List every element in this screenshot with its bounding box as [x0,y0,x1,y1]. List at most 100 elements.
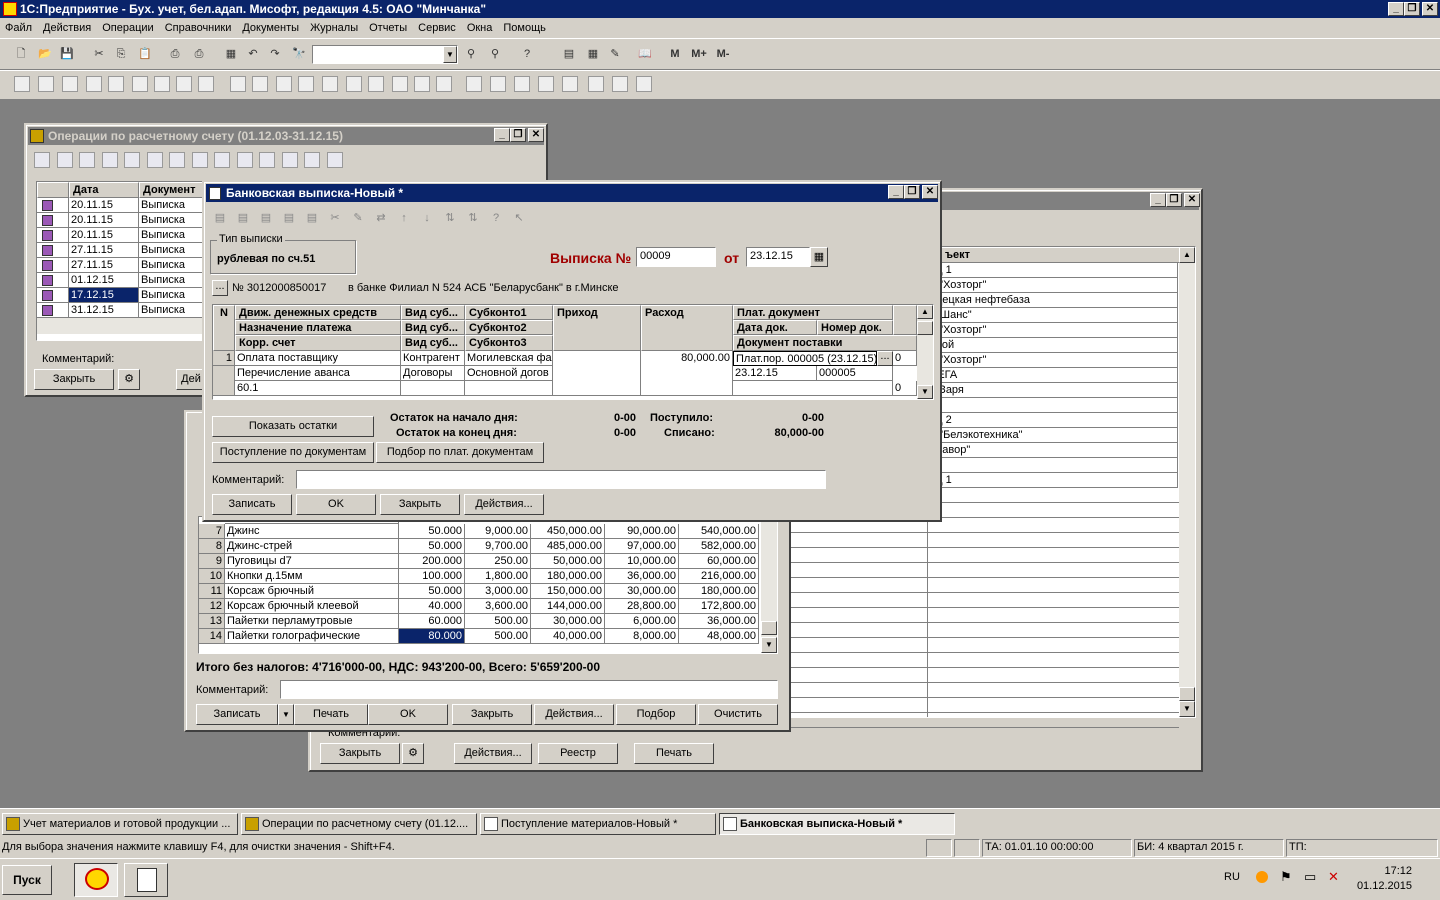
pick-button[interactable]: Подбор [616,704,696,725]
cell-vid3[interactable] [401,381,465,396]
cell-purpose[interactable]: Перечисление аванса [235,366,401,381]
scrollbar[interactable]: ▲ ▼ [1179,247,1195,717]
network-icon[interactable]: ▭ [1304,869,1316,885]
cell-total[interactable]: 540,000.00 [679,524,759,539]
calc-icon[interactable]: ▦ [222,45,240,63]
cell-date[interactable]: 31.12.15 [69,303,139,318]
add-icon[interactable] [34,152,50,168]
cell-name[interactable]: Пуговицы d7 [225,554,399,569]
show-balances-button[interactable]: Показать остатки [212,416,374,437]
horizontal-scrollbar[interactable] [37,318,205,334]
cell-vat[interactable]: 28,800.00 [605,599,679,614]
cell-qty[interactable]: 60.000 [399,614,465,629]
undo-icon[interactable]: ↶ [244,45,262,63]
cell-corr[interactable]: 60.1 [235,381,401,396]
menu-item[interactable]: Отчеты [364,22,413,34]
cell-name[interactable]: Корсаж брючный [225,584,399,599]
copy-row-icon[interactable]: ▤ [258,209,274,225]
cell-sum[interactable]: 30,000.00 [531,614,605,629]
cell-price[interactable]: 3,000.00 [465,584,531,599]
replace-icon[interactable]: ⚲ [486,45,504,63]
cell-object[interactable]: ад 2 [928,413,1178,428]
menu-item[interactable]: Сервис [413,22,462,34]
copy-icon[interactable] [56,152,73,168]
menu-item[interactable]: Операции [97,22,159,34]
cell-date[interactable]: 27.11.15 [69,243,139,258]
minimize-button[interactable]: _ [1388,2,1404,16]
config-app-button[interactable] [124,863,168,897]
menu-item[interactable]: Файл [0,22,38,34]
tree-icon[interactable] [281,152,298,168]
clock-time[interactable]: 17:12 [1350,865,1412,877]
tools-icon[interactable]: ✎ [606,45,624,63]
chevron-down-icon[interactable]: ▼ [278,704,294,725]
pick-docs-button[interactable]: Подбор по плат. документам [376,442,544,463]
cell-object[interactable]: "Фавор" [928,443,1178,458]
cell-sum[interactable]: 50,000.00 [531,554,605,569]
report-icon[interactable] [514,76,530,92]
arrow-icon[interactable] [466,76,482,92]
cell-docnum[interactable]: 000005 [817,366,893,381]
cell-price[interactable]: 9,700.00 [465,539,531,554]
copy-icon[interactable]: ⎘ [112,45,130,63]
find-icon[interactable] [79,152,95,168]
cell-object[interactable]: вной [928,338,1178,353]
globe-icon[interactable] [636,76,652,92]
close-button[interactable]: Закрыть [380,494,460,515]
cell-date[interactable]: 01.12.15 [69,273,139,288]
journal-icon[interactable] [14,76,30,92]
sort-desc-icon[interactable]: ⇅ [465,209,481,225]
account-select-button[interactable]: ... [212,280,228,296]
rko-icon[interactable] [198,76,214,92]
cell-date[interactable]: 17.12.15 [69,288,139,303]
cut-icon[interactable]: ✂ [90,45,108,63]
cell-document[interactable]: Выписка [139,288,205,303]
move-icon[interactable]: ⇄ [373,209,389,225]
cell-object[interactable]: а "Хозторг" [928,323,1178,338]
cell-object[interactable]: ВЕГА [928,368,1178,383]
memory-button[interactable]: M [666,45,684,63]
by-docs-button[interactable]: Поступление по документам [212,442,374,463]
cell-object[interactable]: а "Хозторг" [928,278,1178,293]
cell-price[interactable]: 250.00 [465,554,531,569]
cell-supply[interactable] [733,381,893,396]
ok-button[interactable]: OK [296,494,376,515]
cell-name[interactable]: Пайетки перламутровые [225,614,399,629]
start-button[interactable]: Пуск [2,865,52,895]
preview-icon[interactable]: ⎙ [190,45,208,63]
table-icon[interactable] [414,76,430,92]
cell-total[interactable]: 172,800.00 [679,599,759,614]
cell-qty[interactable]: 40.000 [399,599,465,614]
paste-icon[interactable]: 📋 [136,45,154,63]
cell-qty[interactable]: 200.000 [399,554,465,569]
task-receipt[interactable]: Поступление материалов-Новый * [480,813,716,835]
delete-row-icon[interactable]: ▤ [304,209,320,225]
folder-icon[interactable] [62,76,78,92]
cut-icon[interactable]: ✂ [327,209,343,225]
search-combo[interactable]: ▼ [312,45,458,64]
cell-total[interactable]: 180,000.00 [679,584,759,599]
cell-qty[interactable]: 50.000 [399,524,465,539]
book-icon[interactable]: 📖 [636,45,654,63]
actions-button[interactable]: Действия... [534,704,614,725]
close-button[interactable]: ✕ [1422,2,1438,16]
flag-icon[interactable]: ⚑ [1280,869,1292,885]
cell-date[interactable]: 20.11.15 [69,228,139,243]
cell-vid2[interactable]: Договоры [401,366,465,381]
menu-item[interactable]: Журналы [305,22,364,34]
calculator-icon[interactable]: ▦ [584,45,602,63]
update-icon[interactable] [1256,871,1268,883]
add-row-icon[interactable]: ▤ [212,209,228,225]
cell-total[interactable]: 582,000.00 [679,539,759,554]
cell-qty[interactable]: 80.000 [399,629,465,644]
save-button[interactable]: Записать [196,704,278,725]
delete-icon[interactable] [236,152,253,168]
chart-icon[interactable] [436,76,452,92]
print-button[interactable]: Печать [294,704,368,725]
cell-sum[interactable]: 450,000.00 [531,524,605,539]
cell-name[interactable]: Кнопки д.15мм [225,569,399,584]
print-icon[interactable]: ⎙ [166,45,184,63]
sort-asc-icon[interactable]: ⇅ [442,209,458,225]
arrow-icon[interactable] [490,76,506,92]
globe-icon[interactable] [612,76,628,92]
